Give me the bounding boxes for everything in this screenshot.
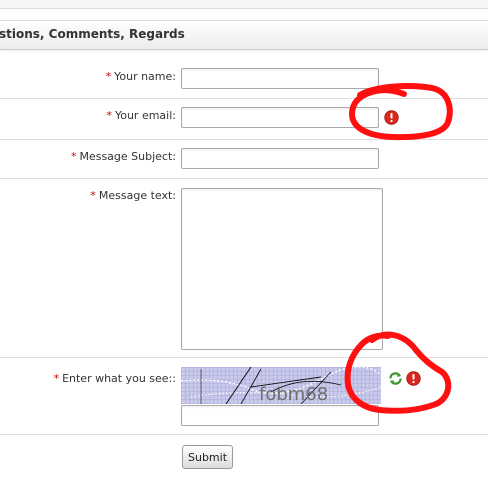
form-row-email: * Your email:: [0, 99, 488, 140]
required-asterisk: *: [106, 109, 112, 122]
required-asterisk: *: [105, 70, 112, 83]
section-title: stions, Comments, Regards: [0, 27, 185, 41]
subject-label: * Message Subject:: [70, 150, 176, 163]
form-row-name: * Your name:: [0, 60, 488, 99]
captcha-image: fobm68: [181, 367, 381, 404]
section-header: stions, Comments, Regards: [0, 20, 488, 50]
required-asterisk: *: [53, 372, 60, 385]
email-input[interactable]: [181, 107, 379, 128]
top-strip: [0, 0, 488, 9]
svg-text:fobm68: fobm68: [259, 384, 328, 404]
refresh-icon[interactable]: [388, 371, 403, 386]
message-textarea[interactable]: [181, 188, 383, 350]
subject-input[interactable]: [181, 148, 379, 169]
form-row-subject: * Message Subject:: [0, 140, 488, 179]
submit-button[interactable]: Submit: [182, 445, 233, 469]
name-label: * Your name:: [105, 70, 176, 83]
error-icon: [406, 371, 421, 386]
required-asterisk: *: [90, 189, 96, 202]
required-asterisk: *: [70, 150, 77, 163]
error-icon: [384, 110, 399, 125]
email-label: * Your email:: [106, 109, 176, 122]
captcha-label: * Enter what you see::: [53, 372, 176, 385]
captcha-input[interactable]: [181, 405, 379, 426]
message-label: * Message text:: [90, 189, 176, 202]
name-input[interactable]: [181, 68, 379, 89]
